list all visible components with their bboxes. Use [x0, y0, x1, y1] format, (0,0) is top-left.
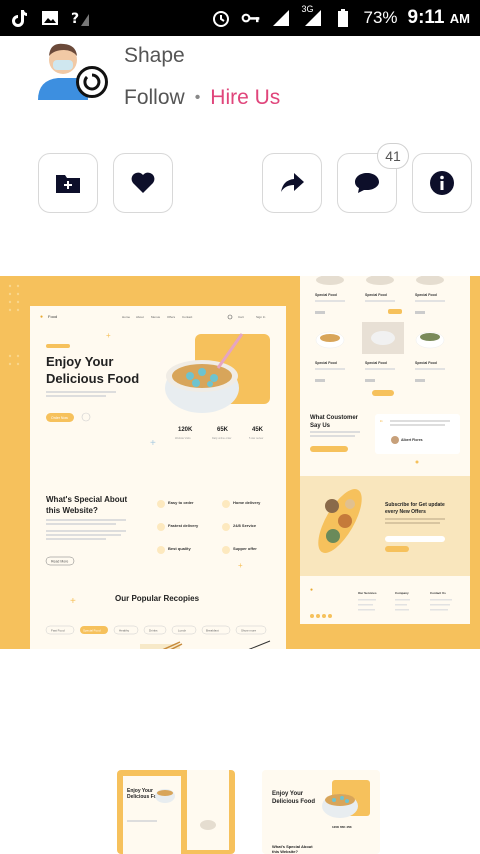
like-button[interactable]	[113, 153, 173, 213]
design-brand: Food	[48, 314, 57, 319]
svg-text:Supper offer: Supper offer	[233, 546, 257, 551]
svg-text:+: +	[106, 331, 111, 340]
svg-text:Albert Flores: Albert Flores	[401, 438, 423, 442]
svg-text:Fastest delivery: Fastest delivery	[168, 523, 199, 528]
svg-text:Lunch: Lunch	[178, 629, 187, 633]
svg-text:?: ?	[71, 11, 79, 27]
svg-text:+: +	[150, 438, 156, 449]
image-icon	[42, 11, 58, 25]
svg-text:120K 65K 45K: 120K 65K 45K	[332, 825, 353, 829]
svg-text:Subscribe for Get update: Subscribe for Get update	[385, 502, 445, 508]
svg-text:Daily online order: Daily online order	[212, 437, 232, 440]
profile-name[interactable]: Shape	[124, 44, 185, 68]
svg-text:45K: 45K	[252, 427, 264, 433]
svg-text:●: ●	[40, 314, 43, 320]
heart-icon	[131, 172, 155, 193]
design-page-products: Special Food Special Food Special Food Spe…	[300, 276, 470, 624]
svg-text:Delicious Food: Delicious Food	[272, 799, 315, 805]
svg-text:Our Services: Our Services	[358, 591, 377, 595]
signal-icon	[273, 10, 290, 26]
svg-text:Offers: Offers	[167, 315, 176, 319]
design-page-home: ● Food Home About Menus Offers Contact Cart …	[30, 306, 286, 649]
svg-text:Special Food: Special Food	[415, 361, 437, 365]
svg-text:this Website?: this Website?	[46, 506, 98, 515]
svg-text:Special Food: Special Food	[365, 361, 387, 365]
thumbnail-2[interactable]: Enjoy Your Delicious Food 120K 65K 45K W…	[262, 770, 380, 854]
svg-text:Home delivery: Home delivery	[233, 500, 261, 505]
svg-text:Special Food: Special Food	[365, 293, 387, 297]
svg-text:Best quality: Best quality	[168, 546, 191, 551]
svg-text:120K: 120K	[178, 427, 193, 433]
tiktok-icon	[12, 10, 27, 27]
svg-text:What Coustomer: What Coustomer	[310, 415, 359, 421]
svg-text:+: +	[238, 561, 243, 570]
svg-text:Breakfast: Breakfast	[206, 629, 219, 633]
svg-text:Home: Home	[122, 315, 130, 319]
svg-text:Fast Food: Fast Food	[51, 629, 65, 633]
battery-icon	[338, 9, 349, 27]
svg-text:Our Popular Recopies: Our Popular Recopies	[115, 594, 200, 603]
comment-icon	[355, 173, 379, 193]
svg-text:Read More: Read More	[51, 560, 68, 564]
svg-text:Order Now: Order Now	[51, 416, 68, 420]
follow-link[interactable]: Follow	[124, 86, 185, 110]
battery-percent: 73%	[363, 8, 398, 27]
folder-add-icon	[56, 175, 80, 193]
svg-text:Show more: Show more	[241, 629, 257, 633]
svg-text:every New Offers: every New Offers	[385, 509, 426, 515]
thumbnail-1[interactable]: Enjoy Your Delicious Food	[117, 770, 235, 854]
svg-text:Menus: Menus	[151, 315, 161, 319]
svg-text:What's Special About: What's Special About	[46, 495, 128, 504]
share-icon	[281, 173, 304, 192]
action-bar	[38, 153, 478, 213]
hire-us-link[interactable]: Hire Us	[210, 86, 280, 110]
info-button[interactable]	[412, 153, 472, 213]
svg-text:Special Food: Special Food	[315, 361, 337, 365]
svg-text:Special Food: Special Food	[415, 293, 437, 297]
svg-text:Special Food: Special Food	[315, 293, 337, 297]
alarm-icon	[213, 11, 230, 27]
svg-text:“: “	[380, 419, 383, 428]
svg-text:Healthy: Healthy	[119, 629, 130, 633]
verified-badge	[76, 66, 108, 98]
svg-text:Easy to order: Easy to order	[168, 500, 194, 505]
svg-text:Special Food: Special Food	[83, 629, 101, 633]
svg-text:Drinks: Drinks	[149, 629, 158, 633]
svg-text:●: ●	[310, 587, 313, 593]
svg-text:Enjoy Your: Enjoy Your	[46, 354, 113, 369]
status-notifications: ?	[10, 8, 90, 28]
share-button[interactable]	[262, 153, 322, 213]
svg-text:Company: Company	[395, 591, 409, 595]
comment-count-badge: 41	[377, 143, 409, 169]
svg-text:24/8 Service: 24/8 Service	[233, 523, 257, 528]
vpn-key-icon	[242, 13, 260, 23]
save-to-collection-button[interactable]	[38, 153, 98, 213]
signal-3g: 3G	[301, 4, 323, 28]
svg-text:+: +	[70, 596, 76, 607]
svg-text:Enjoy Your: Enjoy Your	[272, 791, 304, 797]
svg-text:About: About	[136, 315, 144, 319]
svg-text:Contact Us: Contact Us	[430, 591, 446, 595]
svg-text:Contact: Contact	[182, 315, 193, 319]
svg-text:Cart: Cart	[238, 315, 244, 319]
svg-text:5 star review: 5 star review	[249, 437, 263, 440]
no-sim-signal-icon: ?	[71, 11, 89, 27]
svg-text:65K: 65K	[217, 427, 229, 433]
status-bar: ? 3G 73% 9:11 AM	[0, 0, 480, 36]
shot-preview[interactable]: ● Food Home About Menus Offers Contact Cart …	[0, 276, 480, 649]
profile-header: Shape Follow • Hire Us	[38, 36, 478, 126]
svg-text:Sign In: Sign In	[256, 315, 266, 319]
svg-text:this Website?: this Website?	[272, 849, 298, 854]
dribbble-icon	[83, 73, 101, 91]
info-icon	[430, 171, 454, 195]
clock: 9:11 AM	[407, 7, 470, 28]
shot-thumbnails: Enjoy Your Delicious Food Enjoy Your Del…	[0, 770, 480, 854]
profile-actions: Follow • Hire Us	[124, 86, 280, 110]
svg-text:Delicious Food: Delicious Food	[46, 371, 139, 386]
separator: •	[194, 89, 201, 106]
svg-text:Say Us: Say Us	[310, 423, 331, 429]
svg-text:Website Visits: Website Visits	[175, 437, 191, 440]
